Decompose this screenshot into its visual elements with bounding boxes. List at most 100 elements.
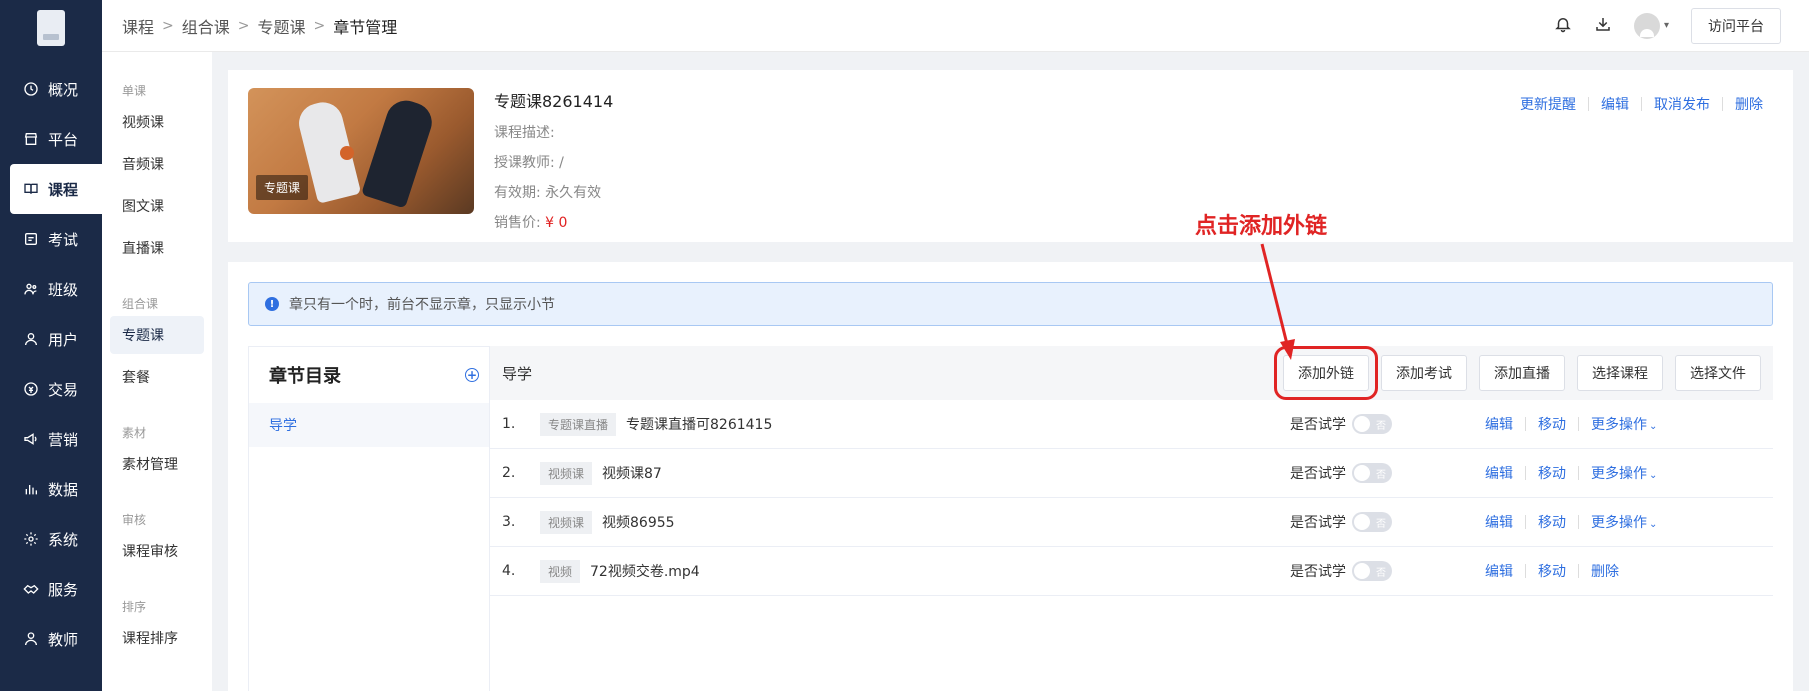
nav-item[interactable]: 数据 — [0, 464, 102, 514]
edit-link[interactable]: 编辑 — [1485, 561, 1513, 581]
course-validity: 有效期: 永久有效 — [494, 185, 602, 201]
cover-ball — [340, 146, 354, 160]
breadcrumb-item[interactable]: 组合课 — [182, 14, 230, 38]
edit-course-link[interactable]: 编辑 — [1601, 94, 1629, 114]
move-link[interactable]: 移动 — [1538, 414, 1566, 434]
add-external-link-button[interactable]: 添加外链 — [1274, 346, 1378, 400]
action-label: 更多操作 — [1591, 466, 1647, 482]
lesson-actions: 编辑 移动 更多操作 ⌄ — [1485, 512, 1657, 532]
trial-toggle-group: 是否试学 否 — [1290, 512, 1392, 532]
nav-item-label: 服务 — [48, 580, 79, 599]
switch-text: 否 — [1376, 469, 1386, 481]
price-label: 销售价: — [494, 215, 541, 231]
lesson-list: 1. 专题课直播 专题课直播可8261415 是否试学否编辑 移动 更多操作 ⌄ 2. 视频课视… — [490, 400, 1773, 596]
subnav-item[interactable]: 视频课 — [110, 103, 204, 141]
more-actions-link[interactable]: 更多操作 ⌄ — [1591, 414, 1657, 434]
trial-toggle-group: 是否试学 否 — [1290, 463, 1392, 483]
course-info: 专题课8261414 课程描述: 授课教师: / 有效期: 永久有效 销售价: … — [494, 88, 613, 242]
clock-icon — [22, 80, 40, 98]
trial-toggle-group: 是否试学 否 — [1290, 414, 1392, 434]
nav-item[interactable]: 服务 — [0, 564, 102, 614]
nav-item[interactable]: 教师 — [0, 614, 102, 664]
move-link[interactable]: 移动 — [1538, 512, 1566, 532]
annotation-text: 点击添加外链 — [1195, 213, 1328, 239]
bell-icon[interactable] — [1554, 15, 1572, 37]
subnav-item[interactable]: 图文课 — [110, 187, 204, 225]
unpublish-link[interactable]: 取消发布 — [1654, 94, 1710, 114]
update-reminder-link[interactable]: 更新提醒 — [1520, 94, 1576, 114]
delete-course-link[interactable]: 删除 — [1735, 94, 1763, 114]
subnav-item[interactable]: 课程审核 — [110, 532, 204, 570]
subnav-item[interactable]: 课程排序 — [110, 619, 204, 657]
logo — [37, 10, 65, 46]
more-actions-link[interactable]: 更多操作 ⌄ — [1591, 512, 1657, 532]
chevron-down-icon: ▾ — [1663, 20, 1669, 31]
visit-platform-button[interactable]: 访问平台 — [1691, 7, 1781, 44]
action-label: 移动 — [1538, 515, 1566, 531]
course-card: 专题课 专题课8261414 课程描述: 授课教师: / 有效期: 永久有效 销… — [228, 70, 1793, 242]
select-course-button[interactable]: 选择课程 — [1577, 355, 1663, 391]
add-chapter-icon[interactable]: + — [465, 368, 479, 382]
nav-item[interactable]: 课程 — [10, 164, 102, 214]
lesson-actions: 编辑 移动 更多操作 ⌄ — [1485, 414, 1657, 434]
edit-link[interactable]: 编辑 — [1485, 512, 1513, 532]
nav-item-label: 系统 — [48, 530, 79, 549]
add-live-button[interactable]: 添加直播 — [1479, 355, 1565, 391]
teacher-icon — [22, 630, 40, 648]
nav-item[interactable]: 营销 — [0, 414, 102, 464]
move-link[interactable]: 移动 — [1538, 463, 1566, 483]
edit-link[interactable]: 编辑 — [1485, 414, 1513, 434]
nav-item-label: 考试 — [48, 230, 79, 249]
nav-item[interactable]: 班级 — [0, 264, 102, 314]
subnav-group-title: 单课 — [122, 84, 147, 98]
megaphone-icon — [22, 430, 40, 448]
nav-item[interactable]: 概况 — [0, 64, 102, 114]
course-type-tag: 专题课 — [256, 175, 309, 200]
select-file-button[interactable]: 选择文件 — [1675, 355, 1761, 391]
notice-text: 章只有一个时，前台不显示章，只显示小节 — [289, 297, 555, 313]
subnav-item[interactable]: 素材管理 — [110, 445, 204, 483]
trial-switch[interactable]: 否 — [1352, 414, 1392, 434]
move-link[interactable]: 移动 — [1538, 561, 1566, 581]
user-menu[interactable]: ▾ — [1633, 12, 1669, 39]
action-label: 移动 — [1538, 417, 1566, 433]
nav-item[interactable]: 用户 — [0, 314, 102, 364]
subnav-item[interactable]: 套餐 — [110, 358, 204, 396]
chapter-item[interactable]: 导学 — [249, 403, 489, 447]
breadcrumb-item[interactable]: 专题课 — [258, 14, 306, 38]
divider — [1525, 564, 1526, 578]
bar-chart-icon — [22, 480, 40, 498]
nav-item[interactable]: 交易 — [0, 364, 102, 414]
lesson-index: 1. — [502, 416, 516, 432]
trial-switch[interactable]: 否 — [1352, 512, 1392, 532]
subnav-group-title: 审核 — [122, 513, 147, 527]
nav-item[interactable]: 考试 — [0, 214, 102, 264]
nav-item[interactable]: 平台 — [0, 114, 102, 164]
avatar — [1633, 12, 1660, 39]
add-exam-button[interactable]: 添加考试 — [1381, 355, 1467, 391]
divider — [1525, 515, 1526, 529]
download-icon[interactable] — [1594, 15, 1612, 37]
delete-link[interactable]: 删除 — [1591, 561, 1619, 581]
subnav-item[interactable]: 音频课 — [110, 145, 204, 183]
subnav-item[interactable]: 专题课 — [110, 316, 204, 354]
edit-link[interactable]: 编辑 — [1485, 463, 1513, 483]
breadcrumb-item[interactable]: 课程 — [122, 14, 154, 38]
subnav-group-title: 素材 — [122, 426, 147, 440]
notice-bar: ! 章只有一个时，前台不显示章，只显示小节 — [248, 282, 1773, 326]
nav-item[interactable]: 系统 — [0, 514, 102, 564]
action-label: 更多操作 — [1591, 417, 1647, 433]
lesson-name: 专题课直播可8261415 — [626, 417, 773, 433]
nav-item-label: 用户 — [48, 330, 79, 349]
switch-text: 否 — [1376, 420, 1386, 432]
info-icon: ! — [265, 297, 279, 311]
subnav-item[interactable]: 直播课 — [110, 229, 204, 267]
sub-nav: 单课 视频课 音频课 图文课 直播课 组合课 专题课 套餐 素材 素材管理 审核 课程审核 排序 课程排序 — [102, 52, 212, 691]
trial-label: 是否试学 — [1290, 515, 1346, 531]
trial-switch[interactable]: 否 — [1352, 561, 1392, 581]
trial-switch[interactable]: 否 — [1352, 463, 1392, 483]
divider — [1578, 466, 1579, 480]
lesson-type-tag: 专题课直播 — [540, 412, 617, 436]
more-actions-link[interactable]: 更多操作 ⌄ — [1591, 463, 1657, 483]
lesson-type-tag: 视频 — [540, 559, 581, 583]
